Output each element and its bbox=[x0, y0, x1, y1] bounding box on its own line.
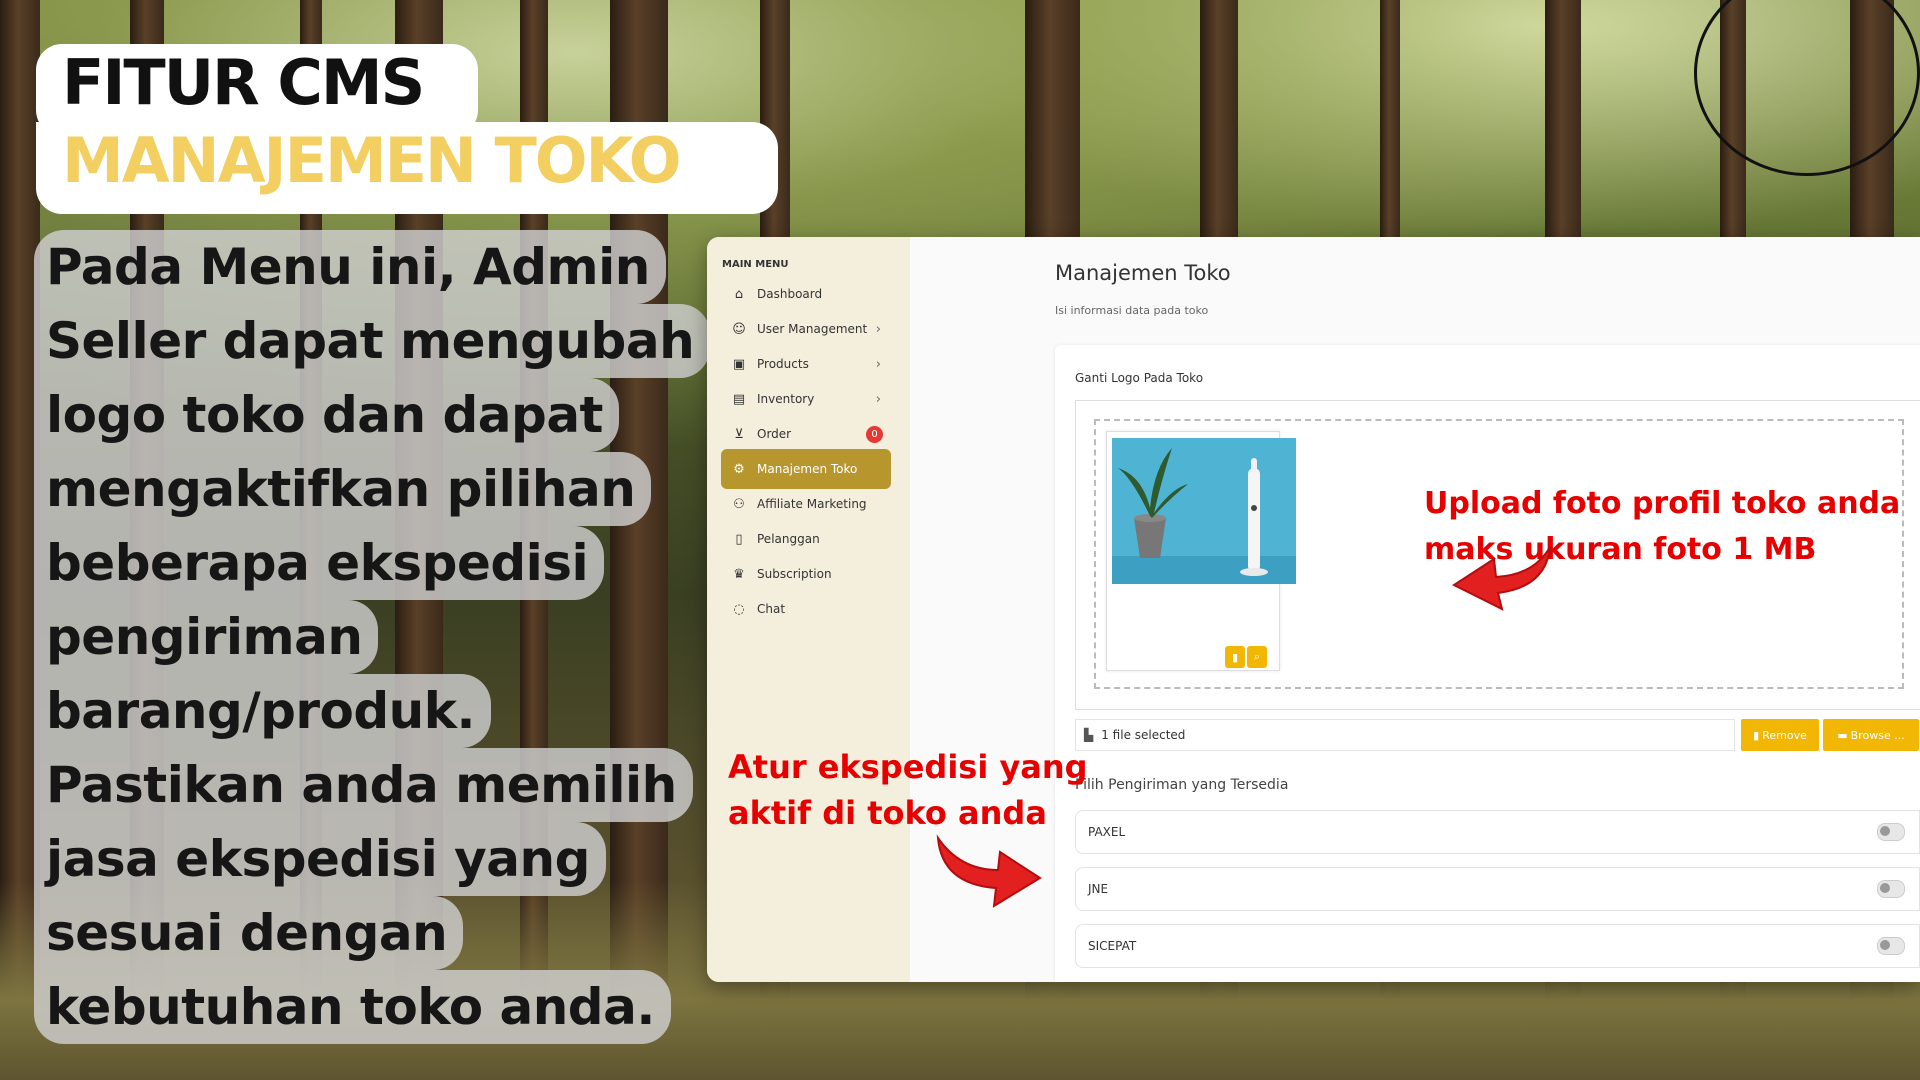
heading-line-2: MANAJEMEN TOKO bbox=[62, 124, 681, 197]
store-settings-card: Ganti Logo Pada Toko ▮ ⌕ Upload foto pro… bbox=[1055, 345, 1920, 982]
courier-name: JNE bbox=[1088, 882, 1109, 896]
logo-section-label: Ganti Logo Pada Toko bbox=[1075, 371, 1204, 385]
sidebar-item-label: Manajemen Toko bbox=[757, 462, 858, 476]
courier-row-jne: JNE bbox=[1075, 867, 1920, 911]
paxel-toggle[interactable] bbox=[1877, 823, 1905, 841]
description-line: sesuai dengan bbox=[34, 896, 464, 970]
red-arrow-left-icon bbox=[1451, 546, 1551, 611]
store-logo-image bbox=[1112, 438, 1296, 584]
contact-icon: ▯ bbox=[735, 531, 743, 547]
home-icon: ⌂ bbox=[734, 286, 744, 302]
red-arrow-right-icon bbox=[936, 834, 1042, 908]
shipping-section-label: Pilih Pengiriman yang Tersedia bbox=[1075, 777, 1289, 793]
users-icon: ⚇ bbox=[733, 496, 745, 512]
description-line: Pastikan anda memilih bbox=[34, 748, 693, 822]
sidebar-item-chat[interactable]: ◌ Chat bbox=[721, 589, 891, 629]
trash-icon: ▮ bbox=[1753, 728, 1760, 742]
sidebar-item-label: Pelanggan bbox=[757, 532, 820, 546]
settings-icon: ⚙ bbox=[733, 461, 745, 477]
sidebar-item-pelanggan[interactable]: ▯ Pelanggan bbox=[721, 519, 891, 559]
browse-button-label: Browse ... bbox=[1850, 728, 1905, 742]
sidebar-item-label: Affiliate Marketing bbox=[757, 497, 867, 511]
remove-button-label: Remove bbox=[1762, 728, 1807, 742]
chat-icon: ◌ bbox=[733, 601, 745, 617]
description-line: jasa ekspedisi yang bbox=[34, 822, 606, 896]
sidebar: MAIN MENU ⌂ Dashboard ☺ User Management … bbox=[707, 237, 910, 982]
page-subtitle: Isi informasi data pada toko bbox=[1055, 304, 1209, 317]
sidebar-header: MAIN MENU bbox=[722, 259, 789, 270]
sidebar-item-order[interactable]: ⊻ Order 0 bbox=[721, 414, 891, 454]
description-line: Pada Menu ini, Admin bbox=[34, 230, 666, 304]
sidebar-item-label: User Management bbox=[757, 322, 868, 336]
sicepat-toggle[interactable] bbox=[1877, 937, 1905, 955]
cart-icon: ⊻ bbox=[734, 426, 744, 442]
logo-upload-area[interactable]: ▮ ⌕ Upload foto profil toko anda maks uk… bbox=[1075, 400, 1920, 710]
courier-row-paxel: PAXEL bbox=[1075, 810, 1920, 854]
crown-icon: ♛ bbox=[733, 566, 745, 582]
folder-icon: ▬ bbox=[1837, 728, 1848, 742]
courier-annotation-line: Atur ekspedisi yang bbox=[728, 748, 1088, 786]
main-content: Manajemen Toko Isi informasi data pada t… bbox=[910, 237, 1920, 982]
description-line: beberapa ekspedisi bbox=[34, 526, 605, 600]
heading-line-1: FITUR CMS bbox=[62, 46, 425, 119]
courier-row-sicepat: SICEPAT bbox=[1075, 924, 1920, 968]
sidebar-item-label: Products bbox=[757, 357, 809, 371]
courier-name: SICEPAT bbox=[1088, 939, 1137, 953]
remove-button[interactable]: ▮ Remove bbox=[1741, 719, 1819, 751]
archive-icon: ▤ bbox=[732, 391, 746, 407]
user-icon: ☺ bbox=[732, 321, 746, 337]
sidebar-item-label: Order bbox=[757, 427, 792, 441]
description-line: barang/produk. bbox=[34, 674, 492, 748]
sidebar-item-inventory[interactable]: ▤ Inventory › bbox=[721, 379, 891, 419]
zoom-icon[interactable]: ⌕ bbox=[1247, 646, 1267, 668]
sidebar-item-products[interactable]: ▣ Products › bbox=[721, 344, 891, 384]
file-input-row: ▙ 1 file selected ▮ Remove ▬ Browse ... bbox=[1075, 719, 1920, 751]
sidebar-item-label: Chat bbox=[757, 602, 786, 616]
sidebar-item-affiliate-marketing[interactable]: ⚇ Affiliate Marketing bbox=[721, 484, 891, 524]
sidebar-item-dashboard[interactable]: ⌂ Dashboard bbox=[721, 274, 891, 314]
sidebar-item-subscription[interactable]: ♛ Subscription bbox=[721, 554, 891, 594]
order-count-badge: 0 bbox=[866, 425, 883, 443]
jne-toggle[interactable] bbox=[1877, 880, 1905, 898]
courier-annotation-line: aktif di toko anda bbox=[728, 794, 1047, 832]
browse-button[interactable]: ▬ Browse ... bbox=[1823, 719, 1919, 751]
cms-screenshot: MAIN MENU ⌂ Dashboard ☺ User Management … bbox=[707, 237, 1920, 982]
sidebar-item-label: Subscription bbox=[757, 567, 832, 581]
dropzone[interactable]: ▮ ⌕ Upload foto profil toko anda maks uk… bbox=[1094, 419, 1904, 689]
upload-annotation-line: Upload foto profil toko anda bbox=[1424, 486, 1901, 521]
page-title: Manajemen Toko bbox=[1055, 261, 1231, 285]
description-block: Pada Menu ini, Admin Seller dapat mengub… bbox=[34, 230, 714, 1044]
logo-preview: ▮ ⌕ bbox=[1106, 431, 1296, 671]
chevron-right-icon: › bbox=[875, 391, 881, 407]
description-line: kebutuhan toko anda. bbox=[34, 970, 671, 1044]
description-line: pengiriman bbox=[34, 600, 379, 674]
chevron-right-icon: › bbox=[875, 356, 881, 372]
file-icon: ▙ bbox=[1084, 728, 1094, 742]
box-icon: ▣ bbox=[732, 356, 746, 372]
trash-icon[interactable]: ▮ bbox=[1225, 646, 1245, 668]
sidebar-item-label: Dashboard bbox=[757, 287, 823, 301]
description-line: logo toko dan dapat bbox=[34, 378, 619, 452]
file-name-field[interactable]: ▙ 1 file selected bbox=[1075, 719, 1735, 751]
description-line: mengaktifkan pilihan bbox=[34, 452, 652, 526]
courier-name: PAXEL bbox=[1088, 825, 1126, 839]
courier-annotation: Atur ekspedisi yang aktif di toko anda bbox=[728, 744, 1088, 836]
chevron-right-icon: › bbox=[875, 321, 881, 337]
sidebar-item-label: Inventory bbox=[757, 392, 815, 406]
sidebar-item-manajemen-toko[interactable]: ⚙ Manajemen Toko bbox=[721, 449, 891, 489]
file-selected-text: 1 file selected bbox=[1101, 728, 1186, 742]
description-line: Seller dapat mengubah bbox=[34, 304, 711, 378]
sidebar-item-user-management[interactable]: ☺ User Management › bbox=[721, 309, 891, 349]
